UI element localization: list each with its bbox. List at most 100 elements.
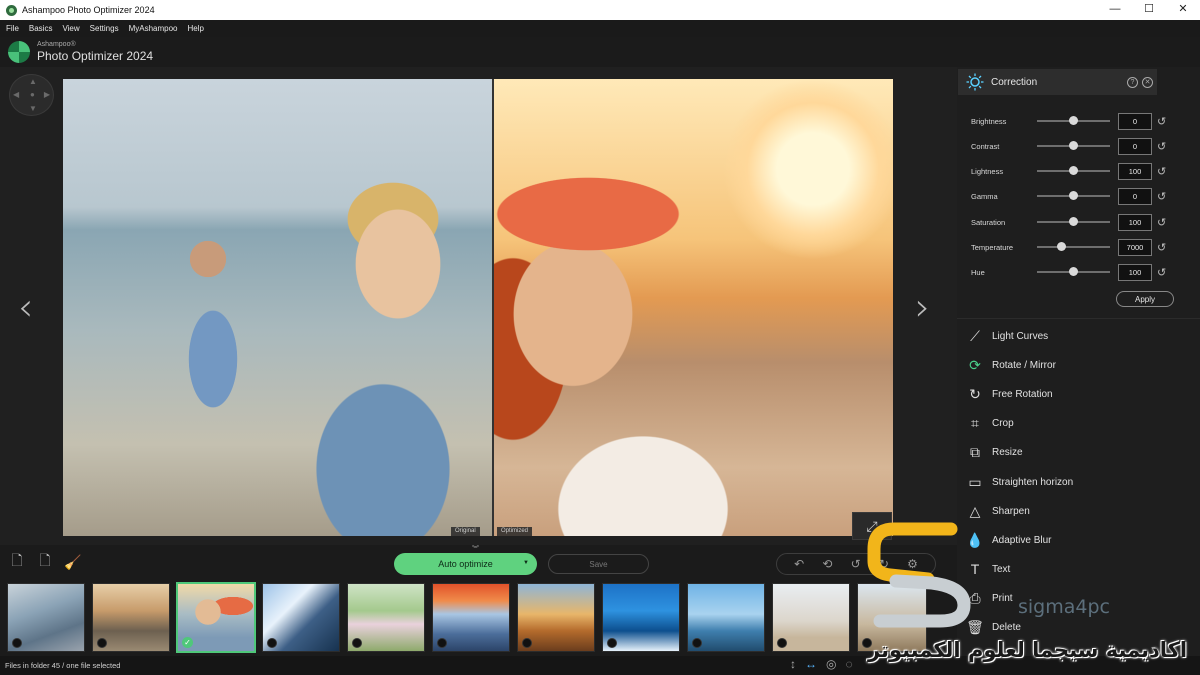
slider-track[interactable] xyxy=(1037,191,1110,200)
tool-label: Resize xyxy=(992,447,1023,459)
split-horizontal-icon[interactable]: ↔ xyxy=(805,657,817,671)
tool-label: Delete xyxy=(992,622,1021,633)
reset-icon[interactable]: ↺ xyxy=(1157,266,1166,279)
slider-row-contrast: Contrast 0 ↺ xyxy=(971,137,1181,155)
file-tools: 🗋 🗋 🧹 xyxy=(7,552,83,572)
slider-track[interactable] xyxy=(1037,242,1110,251)
thumbnail[interactable] xyxy=(602,583,680,652)
thumbnail[interactable] xyxy=(687,583,765,652)
tool-label: Adaptive Blur xyxy=(992,534,1052,546)
undo-all-icon[interactable]: ⟲ xyxy=(822,557,832,571)
menu-view[interactable]: View xyxy=(62,24,79,33)
slider-value-field[interactable]: 0 xyxy=(1118,187,1152,205)
slider-track[interactable] xyxy=(1037,116,1110,125)
slider-value-field[interactable]: 0 xyxy=(1118,112,1152,130)
dropdown-caret-icon[interactable]: ▼ xyxy=(523,560,529,566)
thumbnail-status-icon xyxy=(692,638,702,648)
slider-track[interactable] xyxy=(1037,217,1110,226)
slider-track[interactable] xyxy=(1037,267,1110,276)
slider-value-field[interactable]: 7000 xyxy=(1118,238,1152,256)
tool-free-rotation[interactable]: ↻ Free Rotation xyxy=(958,380,1200,409)
menu-settings[interactable]: Settings xyxy=(90,24,119,33)
tool-light-curves[interactable]: ⟋ Light Curves xyxy=(958,322,1200,351)
selected-check-icon: ✓ xyxy=(182,637,193,648)
slider-track[interactable] xyxy=(1037,166,1110,175)
slider-value-field[interactable]: 100 xyxy=(1118,263,1152,281)
tool-crop[interactable]: ⌗ Crop xyxy=(958,409,1200,438)
slider-knob[interactable] xyxy=(1069,191,1078,200)
previous-image-arrow-icon[interactable]: ‹ xyxy=(18,285,33,329)
compare-divider[interactable] xyxy=(492,79,494,536)
tool-label: Free Rotation xyxy=(992,389,1053,401)
minimize-button[interactable]: — xyxy=(1098,0,1132,20)
slider-knob[interactable] xyxy=(1069,166,1078,175)
slider-value-field[interactable]: 100 xyxy=(1118,213,1152,231)
tool-label: Light Curves xyxy=(992,331,1049,342)
photo-comparison[interactable] xyxy=(63,79,893,536)
thumbnail[interactable] xyxy=(262,583,340,652)
menu-basics[interactable]: Basics xyxy=(29,24,53,33)
tool-text[interactable]: T Text xyxy=(958,555,1200,584)
reset-icon[interactable]: ↺ xyxy=(1157,140,1166,153)
slider-value-field[interactable]: 100 xyxy=(1118,162,1152,180)
menu-file[interactable]: File xyxy=(6,24,19,33)
compare-toggle-icon[interactable]: ◎ xyxy=(826,657,836,671)
menu-myashampoo[interactable]: MyAshampoo xyxy=(129,24,178,33)
clear-brush-icon[interactable]: 🧹 xyxy=(63,552,83,572)
apply-button[interactable]: Apply xyxy=(1116,291,1174,307)
slider-knob[interactable] xyxy=(1056,242,1066,251)
slider-row-lightness: Lightness 100 ↺ xyxy=(971,162,1181,180)
reset-icon[interactable]: ↺ xyxy=(1157,115,1166,128)
undo-icon[interactable]: ↶ xyxy=(794,557,804,571)
window-title: Ashampoo Photo Optimizer 2024 xyxy=(22,5,155,15)
tool-label: Rotate / Mirror xyxy=(992,360,1056,372)
split-vertical-icon[interactable]: ↕ xyxy=(790,657,796,671)
thumbnail[interactable] xyxy=(92,583,170,652)
save-button[interactable]: Save xyxy=(548,554,649,574)
add-file-icon[interactable]: 🗋 xyxy=(7,552,27,572)
tool-resize[interactable]: ⧉ Resize xyxy=(958,438,1200,467)
rotate-left-icon[interactable]: ↺ xyxy=(851,557,861,571)
reset-icon[interactable]: ↺ xyxy=(1157,190,1166,203)
reset-icon[interactable]: ↺ xyxy=(1157,241,1166,254)
slider-knob[interactable] xyxy=(1069,141,1078,150)
pan-navigator[interactable]: ▲ ▼ ◀ ▶ ● xyxy=(9,74,54,116)
close-button[interactable]: ✕ xyxy=(1166,0,1200,20)
tool-straighten-horizon[interactable]: ▭ Straighten horizon xyxy=(958,468,1200,497)
panel-divider xyxy=(957,318,1200,319)
slider-label: Hue xyxy=(971,267,985,277)
add-folder-icon[interactable]: 🗋 xyxy=(35,552,55,572)
thumbnail[interactable] xyxy=(517,583,595,652)
tool-rotate-mirror[interactable]: ⟳ Rotate / Mirror xyxy=(958,351,1200,380)
slider-label: Lightness xyxy=(971,166,1004,176)
tool-sharpen[interactable]: △ Sharpen xyxy=(958,497,1200,526)
help-icon[interactable]: ? xyxy=(1127,76,1138,88)
view-mode-icons: ↕ ↔ ◎ ◌ xyxy=(790,657,853,671)
thumbnail-status-icon xyxy=(352,638,362,648)
menu-help[interactable]: Help xyxy=(187,24,203,33)
thumbnail[interactable] xyxy=(347,583,425,652)
auto-optimize-button[interactable]: Auto optimize ▼ xyxy=(394,553,537,575)
slider-row-saturation: Saturation 100 ↺ xyxy=(971,213,1181,231)
close-panel-icon[interactable]: ✕ xyxy=(1142,76,1153,88)
slider-knob[interactable] xyxy=(1069,217,1078,226)
zoom-icon[interactable]: ◌ xyxy=(845,657,852,671)
slider-track[interactable] xyxy=(1037,141,1110,150)
thumbnail[interactable]: ✓ xyxy=(176,582,256,653)
reset-icon[interactable]: ↺ xyxy=(1157,165,1166,178)
thumbnail[interactable] xyxy=(432,583,510,652)
slider-knob[interactable] xyxy=(1069,267,1078,276)
thumbnail-status-icon xyxy=(437,638,447,648)
correction-header[interactable]: Correction ? ✕ xyxy=(958,69,1157,95)
thumbnail[interactable] xyxy=(7,583,85,652)
slider-knob[interactable] xyxy=(1069,116,1078,125)
thumbnail[interactable] xyxy=(772,583,850,652)
tool-adaptive-blur[interactable]: 💧 Adaptive Blur xyxy=(958,526,1200,555)
next-image-arrow-icon[interactable]: › xyxy=(915,285,930,329)
reset-icon[interactable]: ↺ xyxy=(1157,216,1166,229)
slider-label: Brightness xyxy=(971,116,1007,126)
thumbnail-status-icon xyxy=(777,638,787,648)
maximize-button[interactable]: ☐ xyxy=(1132,0,1166,20)
slider-value-field[interactable]: 0 xyxy=(1118,137,1152,155)
sigma-watermark-logo xyxy=(866,521,976,629)
